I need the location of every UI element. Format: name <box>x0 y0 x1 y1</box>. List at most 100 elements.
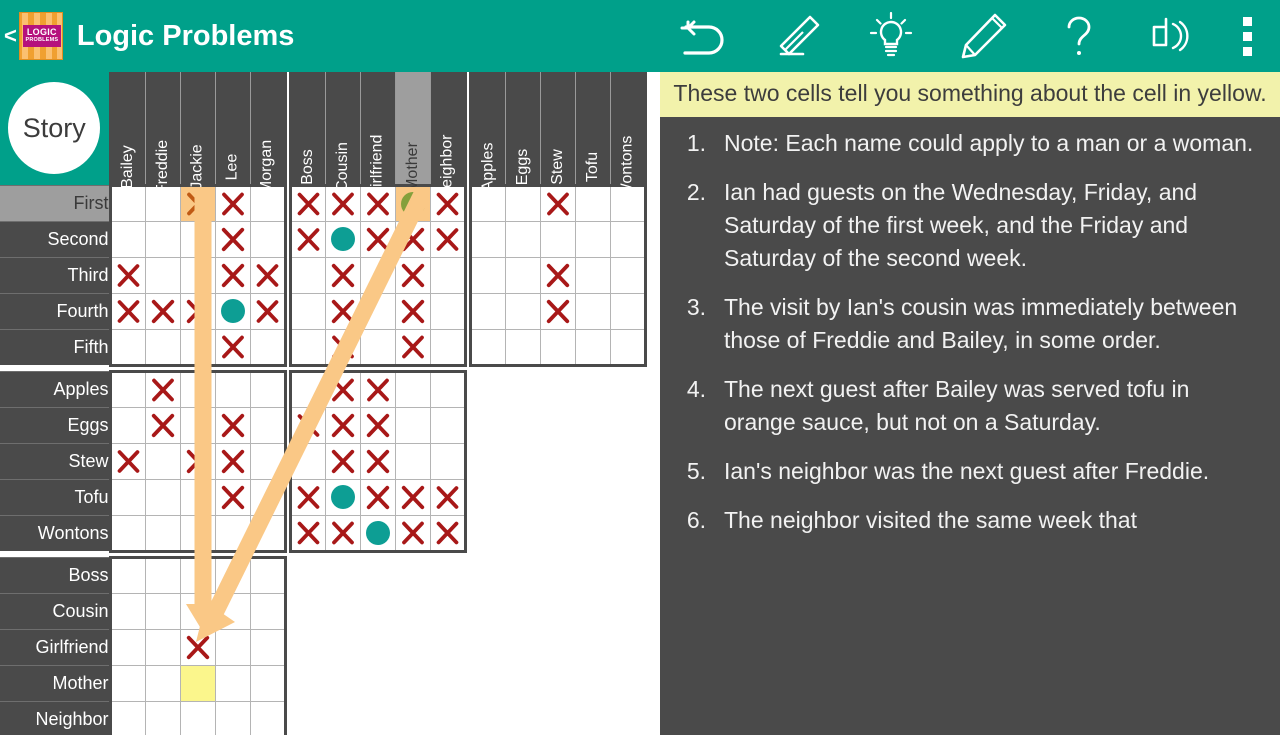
grid-cell[interactable] <box>179 555 216 594</box>
grid-cell[interactable] <box>249 183 287 222</box>
grid-cell[interactable] <box>108 328 146 367</box>
grid-cell[interactable] <box>108 406 146 444</box>
grid-cell[interactable] <box>214 442 251 480</box>
grid-cell[interactable] <box>468 256 506 294</box>
grid-cell[interactable] <box>179 664 216 702</box>
grid-cell[interactable] <box>179 478 216 516</box>
grid-cell[interactable] <box>609 256 647 294</box>
grid-cell[interactable] <box>359 328 396 367</box>
grid-cell[interactable] <box>288 442 326 480</box>
row-header-mother[interactable]: Mother <box>0 664 110 701</box>
grid-cell[interactable] <box>179 183 216 222</box>
grid-cell[interactable] <box>179 592 216 630</box>
grid-cell[interactable] <box>214 183 251 222</box>
grid-cell[interactable] <box>249 555 287 594</box>
grid-cell[interactable] <box>429 256 467 294</box>
grid-cell[interactable] <box>288 406 326 444</box>
grid-cell[interactable] <box>324 369 361 408</box>
column-header-wontons[interactable]: Wontons <box>609 72 647 198</box>
grid-cell[interactable] <box>249 406 287 444</box>
grid-cell[interactable] <box>504 220 541 258</box>
grid-cell[interactable] <box>179 700 216 735</box>
grid-cell[interactable] <box>429 442 467 480</box>
row-header-apples[interactable]: Apples <box>0 370 110 407</box>
grid-cell[interactable] <box>144 369 181 408</box>
grid-cell[interactable] <box>394 328 431 367</box>
grid-cell[interactable] <box>324 478 361 516</box>
grid-cell[interactable] <box>468 220 506 258</box>
grid-cell[interactable] <box>574 183 611 222</box>
grid-cell[interactable] <box>214 700 251 735</box>
grid-cell[interactable] <box>288 478 326 516</box>
grid-cell[interactable] <box>429 328 467 367</box>
row-header-stew[interactable]: Stew <box>0 442 110 479</box>
grid-cell[interactable] <box>468 183 506 222</box>
grid-cell[interactable] <box>394 442 431 480</box>
grid-cell[interactable] <box>324 442 361 480</box>
grid-cell[interactable] <box>144 514 181 553</box>
grid-cell[interactable] <box>144 406 181 444</box>
sound-button[interactable] <box>1126 0 1220 72</box>
grid-cell[interactable] <box>609 183 647 222</box>
column-header-mother[interactable]: Mother <box>394 72 431 192</box>
grid-cell[interactable] <box>609 328 647 367</box>
grid-cell[interactable] <box>179 328 216 367</box>
grid-cell[interactable] <box>108 256 146 294</box>
pencil-button[interactable] <box>938 0 1032 72</box>
eraser-button[interactable] <box>750 0 844 72</box>
grid-cell[interactable] <box>214 514 251 553</box>
row-header-eggs[interactable]: Eggs <box>0 406 110 443</box>
grid-cell[interactable] <box>108 442 146 480</box>
grid-cell[interactable] <box>144 220 181 258</box>
grid-cell[interactable] <box>108 369 146 408</box>
grid-cell[interactable] <box>179 628 216 666</box>
grid-cell[interactable] <box>539 256 576 294</box>
grid-cell[interactable] <box>214 478 251 516</box>
grid-cell[interactable] <box>429 369 467 408</box>
grid-cell[interactable] <box>429 406 467 444</box>
grid-cell[interactable] <box>359 292 396 330</box>
row-header-tofu[interactable]: Tofu <box>0 478 110 515</box>
grid-cell[interactable] <box>144 592 181 630</box>
grid-cell[interactable] <box>179 442 216 480</box>
column-header-cousin[interactable]: Cousin <box>324 72 361 192</box>
grid-cell[interactable] <box>249 514 287 553</box>
grid-cell[interactable] <box>429 514 467 553</box>
grid-cell[interactable] <box>468 328 506 367</box>
grid-cell[interactable] <box>144 328 181 367</box>
grid-cell[interactable] <box>504 328 541 367</box>
grid-cell[interactable] <box>539 292 576 330</box>
overflow-menu-button[interactable] <box>1220 0 1274 72</box>
grid-cell[interactable] <box>179 256 216 294</box>
grid-cell[interactable] <box>249 292 287 330</box>
grid-cell[interactable] <box>288 220 326 258</box>
grid-cell[interactable] <box>144 442 181 480</box>
grid-cell[interactable] <box>394 256 431 294</box>
grid-cell[interactable] <box>179 220 216 258</box>
column-header-apples[interactable]: Apples <box>468 72 506 191</box>
grid-cell[interactable] <box>574 328 611 367</box>
grid-cell[interactable] <box>249 442 287 480</box>
grid-cell[interactable] <box>144 700 181 735</box>
grid-cell[interactable] <box>108 183 146 222</box>
grid-cell[interactable] <box>288 369 326 408</box>
column-header-lee[interactable]: Lee <box>214 72 251 185</box>
grid-cell[interactable] <box>214 555 251 594</box>
grid-cell[interactable] <box>359 369 396 408</box>
grid-cell[interactable] <box>288 514 326 553</box>
grid-cell[interactable] <box>574 220 611 258</box>
grid-cell[interactable] <box>429 478 467 516</box>
grid-cell[interactable] <box>394 292 431 330</box>
hint-button[interactable] <box>844 0 938 72</box>
grid-cell[interactable] <box>504 292 541 330</box>
grid-cell[interactable] <box>108 555 146 594</box>
grid-cell[interactable] <box>288 292 326 330</box>
row-header-cousin[interactable]: Cousin <box>0 592 110 629</box>
row-header-third[interactable]: Third <box>0 256 110 293</box>
grid-cell[interactable] <box>394 220 431 258</box>
column-header-girlfriend[interactable]: Girlfriend <box>359 72 396 199</box>
grid-cell[interactable] <box>504 256 541 294</box>
grid-cell[interactable] <box>609 292 647 330</box>
grid-cell[interactable] <box>214 664 251 702</box>
column-header-tofu[interactable]: Tofu <box>574 72 611 185</box>
